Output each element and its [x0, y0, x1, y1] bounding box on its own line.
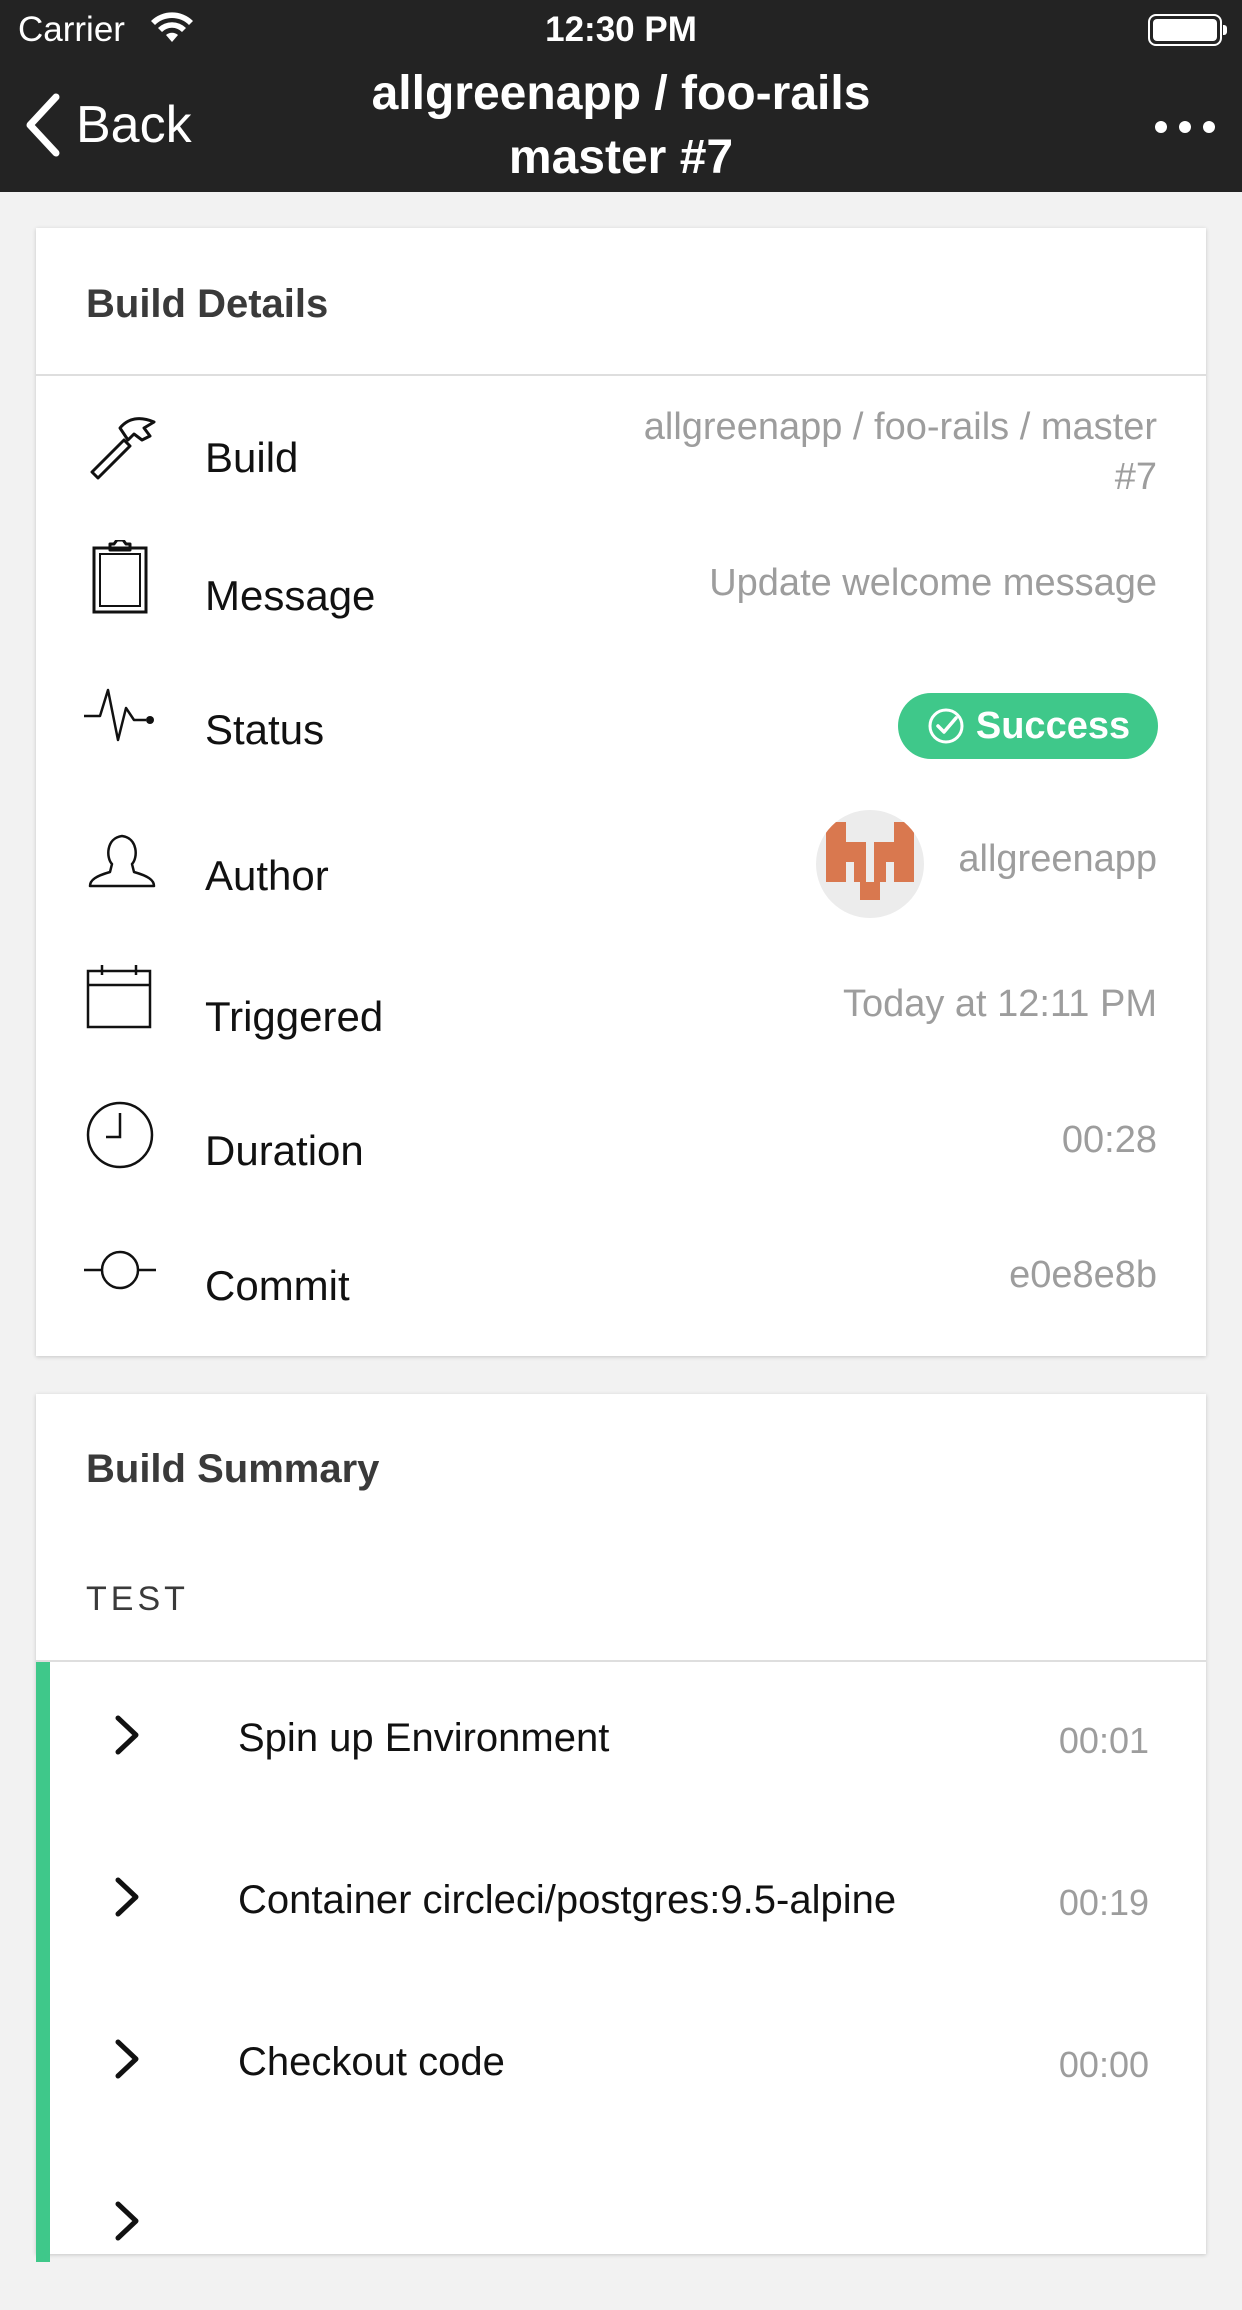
- message-label: Message: [205, 572, 376, 619]
- step-row-partial[interactable]: [50, 2148, 1206, 2310]
- chevron-left-icon: [26, 93, 60, 157]
- status-bar: Carrier 12:30 PM: [0, 0, 1242, 62]
- commit-row: Commit e0e8e8b: [36, 1208, 1206, 1343]
- clock-icon: [86, 1101, 154, 1169]
- clock-time: 12:30 PM: [545, 10, 697, 49]
- build-row: Build allgreenapp / foo-rails / master #…: [36, 378, 1206, 508]
- status-row: Status Success: [36, 648, 1206, 788]
- duration-row: Duration 00:28: [36, 1073, 1206, 1208]
- page-title: allgreenapp / foo-rails master #7: [300, 62, 942, 190]
- battery-icon: [1148, 14, 1227, 46]
- build-label: Build: [205, 434, 299, 481]
- step-name: Checkout code: [238, 2040, 505, 2084]
- duration-label: Duration: [205, 1127, 364, 1174]
- more-options-icon[interactable]: [1154, 112, 1216, 142]
- section-label-test: TEST: [86, 1580, 189, 1618]
- step-name: Spin up Environment: [238, 1716, 610, 1760]
- success-indicator-bar: [36, 1662, 50, 2262]
- message-value: Update welcome message: [709, 562, 1157, 604]
- build-details-card: Build Details Build allgreenapp / foo-ra…: [36, 228, 1206, 1356]
- status-label: Status: [205, 706, 325, 753]
- build-summary-card: Build Summary TEST Spin up Environment 0…: [36, 1394, 1206, 2262]
- commit-value[interactable]: e0e8e8b: [1009, 1250, 1157, 1300]
- avatar: [816, 810, 924, 918]
- clipboard-icon: [92, 540, 148, 614]
- triggered-value: Today at 12:11 PM: [842, 983, 1157, 1025]
- chevron-right-icon: [115, 1877, 139, 1917]
- build-details-header: Build Details: [36, 228, 1206, 376]
- identicon-image: [826, 822, 914, 900]
- step-duration: 00:00: [1058, 2044, 1149, 2085]
- duration-value: 00:28: [1061, 1119, 1157, 1161]
- author-label: Author: [205, 852, 329, 899]
- step-row[interactable]: Container circleci/postgres:9.5-alpine 0…: [50, 1824, 1206, 1986]
- message-row: Message Update welcome message: [36, 508, 1206, 648]
- person-icon: [88, 834, 156, 888]
- chevron-right-icon: [115, 2201, 139, 2241]
- author-row: Author allgreenapp: [36, 788, 1206, 933]
- step-name: Container circleci/postgres:9.5-alpine: [238, 1878, 897, 1922]
- step-duration: 00:19: [1058, 1882, 1149, 1923]
- commit-icon: [84, 1250, 156, 1290]
- status-badge-text: Success: [975, 704, 1131, 747]
- navigation-bar: Back allgreenapp / foo-rails master #7: [0, 62, 1242, 192]
- author-value: allgreenapp: [958, 838, 1157, 880]
- back-button[interactable]: Back: [22, 90, 192, 160]
- pulse-icon: [84, 688, 154, 742]
- title-line-2: master #7: [508, 131, 734, 184]
- build-value-line-2: #7: [1114, 456, 1157, 498]
- status-badge: Success: [898, 693, 1158, 759]
- title-line-1: allgreenapp / foo-rails: [371, 67, 871, 120]
- step-row[interactable]: Checkout code 00:00: [50, 1986, 1206, 2148]
- calendar-icon: [86, 965, 152, 1029]
- check-circle-icon: [928, 708, 964, 744]
- step-duration: 00:01: [1058, 1720, 1149, 1761]
- triggered-row: Triggered Today at 12:11 PM: [36, 933, 1206, 1073]
- step-row[interactable]: Spin up Environment 00:01: [50, 1662, 1206, 1824]
- chevron-right-icon: [115, 1715, 139, 1755]
- build-value-line-1: allgreenapp / foo-rails / master: [643, 406, 1157, 448]
- build-value: allgreenapp / foo-rails / master #7: [644, 402, 1157, 502]
- chevron-right-icon: [115, 2039, 139, 2079]
- back-label: Back: [76, 96, 192, 154]
- triggered-label: Triggered: [205, 993, 384, 1040]
- build-summary-header: Build Summary: [86, 1447, 380, 1491]
- hammer-icon: [90, 417, 156, 480]
- commit-label: Commit: [205, 1262, 350, 1309]
